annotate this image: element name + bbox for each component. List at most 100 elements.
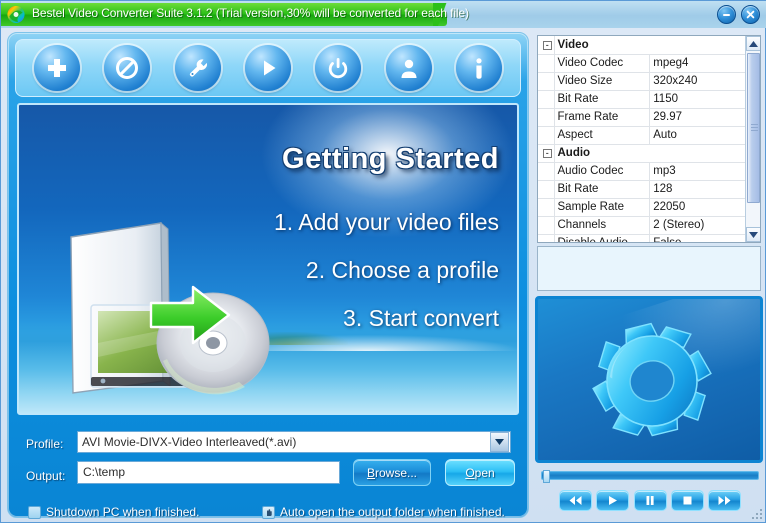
table-row[interactable]: Sample Rate 22050 [538,198,746,217]
table-row[interactable]: Video Size 320x240 [538,72,746,91]
audio-group-label: Audio [554,144,746,163]
window-title: Bestel Video Converter Suite 3.1.2 (Tria… [32,6,469,20]
row-indent [538,72,555,91]
table-row-group-audio[interactable]: - Audio [538,144,746,163]
chevron-down-icon [495,439,504,445]
plus-icon [48,59,67,77]
profile-combobox[interactable]: AVI Movie-DIVX-Video Interleaved(*.avi) [77,431,511,453]
play-icon [263,60,276,76]
table-row[interactable]: Disable Audio False [538,234,746,242]
properties-scrollbar[interactable] [745,36,760,242]
property-description-pane [537,246,761,291]
property-value[interactable]: 22050 [649,198,746,217]
banner-step-1: 1. Add your video files [273,209,499,235]
video-group-expander[interactable]: - [538,36,555,55]
settings-button[interactable] [174,45,221,91]
auto-open-checkbox-label: Auto open the output folder when finishe… [280,505,505,519]
minimize-button[interactable] [717,5,736,24]
property-value[interactable]: mpeg4 [649,54,746,73]
property-value[interactable]: False [649,234,746,242]
row-indent [538,198,555,217]
output-path-input[interactable]: C:\temp [77,461,340,484]
banner-title: Getting Started [282,143,499,175]
close-button[interactable] [741,5,760,24]
table-row-group-video[interactable]: - Video [538,36,746,55]
preview-seek-slider[interactable] [541,470,759,483]
row-indent [538,162,555,181]
row-indent [538,126,555,145]
browse-button[interactable]: Browse... [353,459,431,486]
table-row[interactable]: Video Codec mpeg4 [538,54,746,73]
table-row[interactable]: Frame Rate 29.97 [538,108,746,127]
property-value[interactable]: 1150 [649,90,746,109]
pause-button[interactable] [633,489,667,511]
property-value[interactable]: 29.97 [649,108,746,127]
table-row[interactable]: Audio Codec mp3 [538,162,746,181]
row-indent [538,180,555,199]
about-button[interactable] [455,45,502,91]
convert-button[interactable] [315,45,362,91]
video-preview-panel[interactable] [535,296,763,463]
profile-label: Profile: [26,437,64,451]
property-value[interactable]: mp3 [649,162,746,181]
property-value[interactable]: 128 [649,180,746,199]
banner-step-2: 2. Choose a profile [305,257,499,283]
resize-grip[interactable] [751,508,763,520]
no-entry-icon [116,57,139,79]
scroll-up-button[interactable] [746,36,760,51]
power-icon [329,58,348,79]
remove-files-button[interactable] [104,45,151,91]
stop-button[interactable] [670,489,704,511]
rewind-button[interactable] [559,489,592,511]
media-properties-grid[interactable]: - Video Video Codec mpeg4 Video Size 320… [537,35,761,243]
property-key: Disable Audio [554,234,651,242]
audio-group-expander[interactable]: - [538,144,555,163]
shutdown-checkbox[interactable]: Shutdown PC when finished. [28,505,199,519]
property-value[interactable]: Auto [649,126,746,145]
property-key: Video Size [554,72,651,91]
row-indent [538,54,555,73]
seek-slider-thumb[interactable] [543,470,550,483]
play-icon [609,495,618,505]
hand-cursor-icon [262,505,275,519]
close-icon [746,10,755,19]
title-bar: Bestel Video Converter Suite 3.1.2 (Tria… [1,1,766,28]
profile-dropdown-arrow[interactable] [490,432,509,452]
property-value[interactable]: 320x240 [649,72,746,91]
wrench-icon [189,59,207,77]
row-indent [538,108,555,127]
property-value[interactable]: 2 (Stereo) [649,216,746,235]
open-button[interactable]: Open [445,459,515,486]
property-key: Frame Rate [554,108,651,127]
table-row[interactable]: Aspect Auto [538,126,746,145]
scrollbar-thumb[interactable] [747,53,760,203]
rainbow-swirl-logo-icon [7,5,25,24]
open-button-label: Open [465,465,495,480]
property-key: Bit Rate [554,90,651,109]
forward-button[interactable] [708,489,741,511]
table-row[interactable]: Channels 2 (Stereo) [538,216,746,235]
main-panel: Getting Started 1. Add your video files … [7,32,529,519]
rewind-icon [569,495,582,505]
collapse-icon: - [542,40,552,50]
stop-icon [683,496,692,504]
shutdown-checkbox-label: Shutdown PC when finished. [46,505,200,519]
pause-icon [646,495,654,505]
property-key: Audio Codec [554,162,651,181]
properties-table: - Video Video Codec mpeg4 Video Size 320… [538,36,746,242]
video-group-label: Video [554,36,746,55]
property-key: Bit Rate [554,180,651,199]
auto-open-checkbox[interactable]: Auto open the output folder when finishe… [262,505,505,519]
add-files-button[interactable] [34,45,81,91]
chevron-up-icon [749,40,758,47]
play-button[interactable] [596,489,630,511]
table-row[interactable]: Bit Rate 1150 [538,90,746,109]
table-row[interactable]: Bit Rate 128 [538,180,746,199]
collapse-icon: - [542,149,552,158]
toolbar [15,39,521,97]
play-button[interactable] [244,45,291,91]
browse-button-label: Browse... [366,465,418,480]
property-key: Video Codec [554,54,651,73]
scroll-down-button[interactable] [746,227,760,242]
account-button[interactable] [385,45,432,91]
